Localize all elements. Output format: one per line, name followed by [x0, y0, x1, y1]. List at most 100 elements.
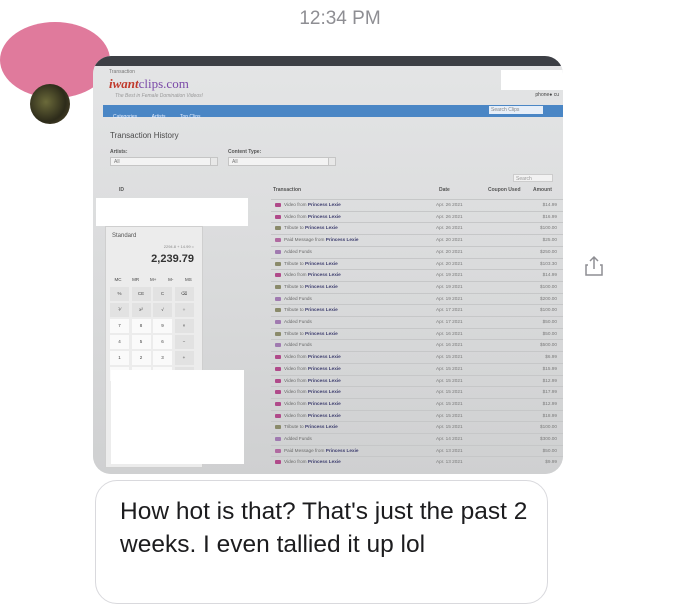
transaction-amount: $18.99	[542, 412, 557, 418]
transaction-type-icon	[275, 343, 281, 348]
transaction-type-icon	[275, 366, 281, 371]
transaction-type-icon	[275, 378, 281, 383]
transaction-date: Apr. 13 2021	[436, 459, 463, 465]
transaction-type-icon	[275, 448, 281, 453]
transaction-amount: $50.00	[542, 319, 557, 324]
transaction-date: Apr. 19 2021	[436, 283, 463, 289]
transaction-amount: $25.00	[542, 237, 557, 243]
calculator-key: M+	[149, 277, 157, 282]
transaction-amount: $16.99	[542, 213, 557, 219]
calculator-mode: Standard	[112, 233, 137, 239]
calculator-key: √	[153, 303, 172, 317]
col-date: Date	[439, 187, 450, 193]
calculator-key: 6	[153, 335, 172, 349]
transaction-label: Tribute to Princess Lexie	[284, 225, 338, 231]
col-coupon: Coupon Used	[488, 187, 521, 193]
calculator-key: 9	[153, 319, 172, 333]
transaction-type-icon	[275, 401, 281, 406]
transaction-type-icon	[275, 203, 281, 207]
transaction-label: Video from Princess Lexie	[284, 213, 341, 219]
nav-top-clips: Top Clips	[179, 114, 201, 120]
share-icon[interactable]	[582, 254, 606, 278]
nav-categories: Categories	[113, 114, 138, 120]
calculator-expression: 2294.8 + 14.99 =	[163, 244, 194, 249]
transaction-amount: $9.99	[545, 459, 557, 465]
transaction-date: Apr. 19 2021	[436, 272, 463, 278]
transaction-date: Apr. 20 2021	[436, 248, 463, 254]
transaction-amount: $6.99	[545, 354, 557, 360]
transaction-history-screenshot: Transaction iwantclips.com The Best in F…	[93, 56, 563, 474]
message-bubble[interactable]: How hot is that? That's just the past 2 …	[95, 480, 548, 604]
artists-select: All	[110, 157, 218, 166]
site-tagline: The Best in Female Domination Videos!	[115, 93, 204, 99]
transaction-amount: $100.00	[540, 307, 557, 313]
transaction-label: Video from Princess Lexie	[284, 354, 341, 360]
transaction-date: Apr. 20 2021	[436, 237, 463, 243]
chevron-down-icon	[328, 158, 335, 165]
transaction-label: Tribute to Princess Lexie	[284, 424, 338, 430]
artists-label: Artists:	[110, 149, 128, 155]
transaction-amount: $500.00	[540, 342, 557, 348]
transaction-type-icon	[275, 214, 281, 219]
calculator-key: 7	[110, 319, 129, 333]
transaction-label: Video from Princess Lexie	[284, 272, 341, 278]
transaction-date: Apr. 26 2021	[436, 225, 463, 231]
calculator-key: MC	[114, 277, 122, 282]
transaction-type-icon	[275, 390, 281, 395]
message-text: How hot is that? That's just the past 2 …	[120, 498, 528, 558]
transaction-date: Apr. 15 2021	[436, 365, 463, 371]
calculator-key: ÷	[174, 303, 194, 317]
transaction-type-icon	[275, 355, 281, 360]
calculator-key: ⅟	[110, 303, 129, 317]
col-transaction: Transaction	[273, 187, 302, 193]
col-id: ID	[119, 187, 124, 193]
transaction-date: Apr. 15 2021	[436, 412, 463, 418]
transaction-amount: $50.00	[542, 447, 557, 453]
transaction-type-icon	[275, 460, 281, 465]
calculator-key: x²	[131, 303, 151, 317]
avatar-photo	[30, 84, 70, 124]
transaction-date: Apr. 17 2021	[436, 307, 463, 313]
calculator-key: ×	[174, 319, 194, 333]
transaction-date: Apr. 26 2021	[436, 202, 463, 207]
calculator-result: 2,239.79	[151, 253, 194, 265]
transaction-label: Video from Princess Lexie	[284, 389, 341, 395]
calculator-key: +	[174, 351, 194, 365]
transaction-label: Added Funds	[284, 319, 312, 324]
transaction-type-icon	[275, 437, 281, 441]
transaction-type-icon	[275, 249, 281, 254]
calculator-key: 2	[131, 351, 151, 365]
transaction-date: Apr. 16 2021	[436, 330, 463, 336]
transaction-type-icon	[275, 238, 281, 243]
logo-prefix: iwant	[109, 76, 139, 91]
transaction-amount: $12.99	[542, 377, 557, 383]
transaction-label: Added Funds	[284, 295, 312, 301]
transaction-amount: $200.00	[540, 295, 557, 301]
calculator-key: 4	[110, 335, 129, 349]
transaction-type-icon	[275, 320, 281, 324]
transaction-label: Added Funds	[284, 342, 312, 348]
transaction-type-icon	[275, 284, 281, 289]
transaction-amount: $100.00	[540, 225, 557, 231]
calculator-key: −	[174, 335, 194, 349]
id-redaction	[96, 198, 248, 226]
transaction-type-icon	[275, 331, 281, 336]
content-type-select: All	[228, 157, 336, 166]
transaction-amount: $103.30	[540, 260, 557, 266]
content-type-value: All	[232, 159, 238, 165]
browser-topbar	[93, 56, 563, 66]
message-photo[interactable]: Transaction iwantclips.com The Best in F…	[93, 56, 563, 474]
page-title: Transaction History	[110, 131, 179, 140]
transaction-type-icon	[275, 226, 281, 231]
nav-search-box: Search Clips	[489, 106, 543, 114]
transaction-label: Video from Princess Lexie	[284, 365, 341, 371]
calculator-key: C	[153, 287, 172, 301]
transaction-amount: $17.99	[542, 389, 557, 395]
transaction-type-icon	[275, 296, 281, 301]
transaction-amount: $250.00	[540, 248, 557, 254]
nav-artists: Artists	[151, 114, 166, 120]
transaction-date: Apr. 19 2021	[436, 295, 463, 301]
calculator-key: MS	[185, 277, 192, 282]
lower-left-redaction	[111, 370, 244, 464]
calculator-key: %	[110, 287, 129, 301]
